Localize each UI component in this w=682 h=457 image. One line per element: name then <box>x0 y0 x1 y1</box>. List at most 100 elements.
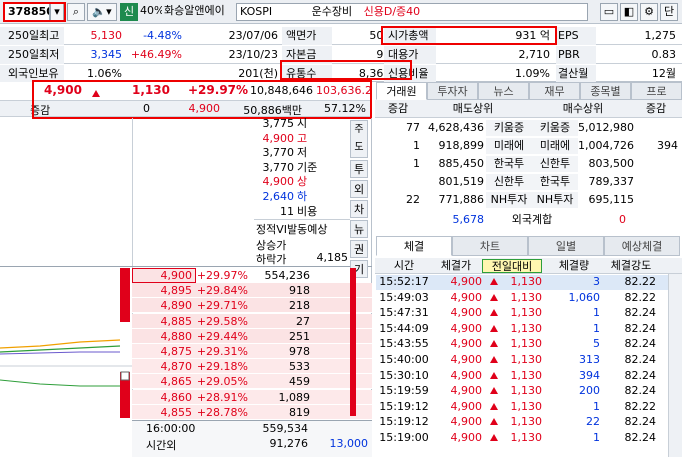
ob-rate: +28.78% <box>196 405 248 419</box>
speaker-icon[interactable]: 🔈▾ <box>87 3 117 21</box>
info-value: 3,345 <box>90 48 123 61</box>
broker-buy-qty: 695,115 <box>588 193 635 206</box>
ob-rate: +29.97% <box>196 269 248 282</box>
ticks-scrollbar[interactable] <box>668 274 682 457</box>
ob-price: 4,890 <box>160 299 193 313</box>
tick-change: 1,130 <box>510 384 543 398</box>
ob-price: 4,875 <box>160 345 193 358</box>
tick-time: 15:49:03 <box>379 290 429 304</box>
chart-bar-1 <box>120 268 130 322</box>
ob-rate: +28.91% <box>196 390 248 404</box>
tab-5[interactable]: 프로 <box>631 82 682 100</box>
vertical-tab[interactable]: 투 <box>350 160 368 178</box>
ob-qty: 533 <box>289 360 310 374</box>
broker-buy-qty: 803,500 <box>588 157 635 170</box>
stat-value: 3,770 <box>262 146 295 160</box>
broker-buy-qty: 789,337 <box>588 175 635 188</box>
ob-rate: +29.05% <box>196 375 248 389</box>
code-dropdown-icon[interactable]: ▾ <box>50 3 64 21</box>
mini-chart <box>0 268 132 420</box>
page-icon[interactable]: ▭ <box>600 3 618 21</box>
tick-time: 15:47:31 <box>379 306 429 320</box>
search-icon[interactable]: ⌕ <box>67 3 85 21</box>
split-icon[interactable]: ◧ <box>620 3 638 21</box>
info-label-3: 대용가 <box>384 46 436 64</box>
sector-label: 운수장비 <box>311 5 353 18</box>
broker-change-sell: 1 <box>413 157 420 170</box>
sub-value-4: 57.12% <box>324 102 366 115</box>
tick-qty: 1 <box>593 399 600 413</box>
tick-tab-2[interactable]: 일별 <box>528 236 604 256</box>
info-rate: +46.49% <box>130 48 182 61</box>
broker-change-buy <box>634 120 678 136</box>
ticks-header-4: 체결강도 <box>610 259 652 272</box>
single-button[interactable]: 단 <box>660 3 678 21</box>
ob-qty: 819 <box>289 405 310 419</box>
tick-qty: 1 <box>593 431 600 444</box>
info-label: 250일최고 <box>0 27 64 45</box>
vertical-tab[interactable]: 권 <box>350 240 368 258</box>
orderbook-bar <box>350 268 356 416</box>
vertical-tab[interactable]: 외 <box>350 180 368 198</box>
info-label-2: 액면가 <box>282 27 332 45</box>
vertical-tab[interactable]: 주도 <box>350 120 368 158</box>
tick-price: 4,900 <box>450 321 483 335</box>
stat-label: 고 <box>297 131 308 145</box>
info-label-2: 유통수 <box>282 65 332 83</box>
tick-tab-1[interactable]: 차트 <box>452 236 528 256</box>
tick-strength: 82.22 <box>624 399 657 413</box>
tick-qty: 200 <box>579 384 600 398</box>
tick-qty: 1 <box>593 321 600 335</box>
tick-change: 1,130 <box>510 368 543 382</box>
ob-price: 4,885 <box>160 314 193 328</box>
tab-2[interactable]: 뉴스 <box>478 82 529 100</box>
chart-close-icon[interactable] <box>120 371 130 381</box>
tick-change: 1,130 <box>510 399 543 413</box>
vertical-tab[interactable]: 차 <box>350 200 368 218</box>
broker-buy-qty: 5,012,980 <box>578 121 634 134</box>
foreign-sell: 5,678 <box>452 213 485 226</box>
info-label-3: 신용비율 <box>384 65 436 83</box>
quote-subbar: 증감 0 4,900 50,886백만 57.12% <box>0 100 372 117</box>
tab-4[interactable]: 종목별 <box>580 82 631 100</box>
ob-price: 4,855 <box>160 405 193 419</box>
tab-3[interactable]: 재무 <box>529 82 580 100</box>
info-date: 201(천) <box>238 67 278 80</box>
tick-change: 1,130 <box>510 275 543 288</box>
info-label-2: 자본금 <box>282 46 332 64</box>
stat-value: 4,900 <box>262 175 295 189</box>
broker-buy-name: 한국투 <box>532 174 578 190</box>
ob-rate: +29.44% <box>196 329 248 343</box>
broker-change-buy <box>634 174 678 190</box>
broker-change-sell: 22 <box>406 193 420 206</box>
ob-price: 4,860 <box>160 390 193 404</box>
tick-time: 15:19:00 <box>379 431 429 444</box>
after-hours-label: 시간외 <box>146 439 177 452</box>
tick-time: 15:30:10 <box>379 368 429 382</box>
ob-rate: +29.31% <box>196 345 248 358</box>
stat-label: 비용 <box>297 204 318 218</box>
tick-time: 15:19:12 <box>379 415 429 429</box>
broker-sell-qty: 885,450 <box>438 157 485 170</box>
stat-value: 11 <box>280 204 294 218</box>
gear-icon[interactable]: ⚙ <box>640 3 658 21</box>
tick-price: 4,900 <box>450 415 483 429</box>
broker-change-buy: 394 <box>657 139 678 152</box>
broker-buy-name: 신한투 <box>532 156 578 172</box>
tick-change: 1,130 <box>510 415 543 429</box>
tick-strength: 82.22 <box>624 275 657 288</box>
prev-volume-ratio: 103,636.2 <box>316 84 372 97</box>
tab-0[interactable]: 거래원 <box>376 82 427 100</box>
broker-sell-name: 한국투 <box>486 156 532 172</box>
sub-label: 증감 <box>30 104 51 117</box>
tick-tab-3[interactable]: 예상체결 <box>604 236 680 256</box>
broker-header-change-sell: 증감 <box>387 102 409 115</box>
vi-down-label: 하락가 <box>256 253 287 266</box>
ticks-header-1: 체결가 <box>440 259 472 272</box>
stock-code-input[interactable]: 378850 <box>4 3 50 21</box>
vertical-tab[interactable]: 뉴 <box>350 220 368 238</box>
broker-buy-name: 키움증 <box>532 120 578 136</box>
tick-tab-0[interactable]: 체결 <box>376 236 452 256</box>
ob-price: 4,895 <box>160 284 193 298</box>
tab-1[interactable]: 투자자 <box>427 82 478 100</box>
